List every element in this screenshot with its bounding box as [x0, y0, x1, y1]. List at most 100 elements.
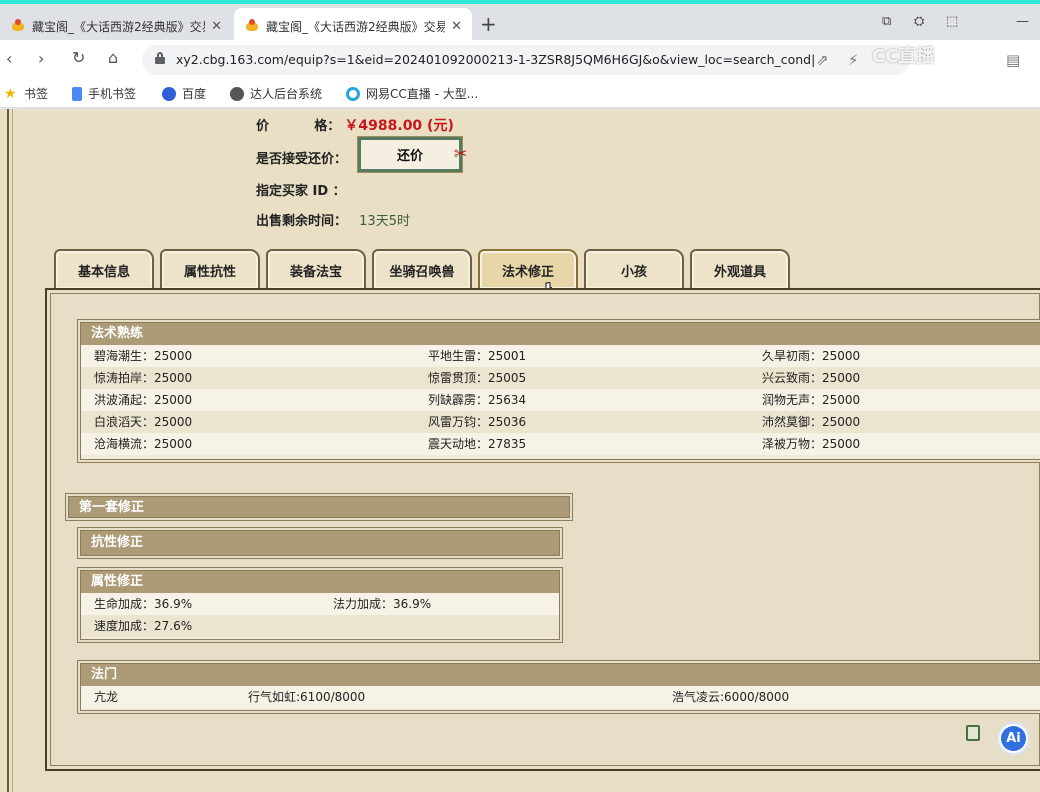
spell-mastery-section: 法术熟练 碧海潮生：25000 平地生雷：25001 久旱初雨：25000 惊涛拍岸：… [80, 322, 1040, 460]
tab-basic-info[interactable]: 基本信息 [54, 249, 154, 289]
school-cell: 行气如虹:6100/8000 [248, 690, 366, 704]
section-title: 属性修正 [81, 571, 559, 593]
school-cell: 亢龙 [94, 690, 119, 704]
bookmarks-bar: ★ 书签 手机书签 百度 达人后台系统 网易CC直播 - 大型... [0, 78, 1040, 108]
buyer-id-row: 指定买家 ID ： [256, 180, 346, 199]
lock-icon[interactable] [155, 52, 165, 64]
section-title: 法门 [81, 664, 1040, 686]
spell-mastery-cell: 惊涛拍岸：25000 [94, 371, 193, 385]
cbg-favicon-icon [10, 18, 26, 34]
table-row: 碧海潮生：25000 平地生雷：25001 久旱初雨：25000 [81, 345, 1040, 367]
tab-title: 藏宝阁_《大话西游2经典版》交易 [32, 19, 206, 34]
extensions-icon[interactable]: ⬚ [946, 14, 958, 29]
cc-live-icon [346, 86, 360, 101]
price-value: ￥4988.00 (元) [344, 118, 454, 134]
bookmark-label: 百度 [182, 87, 207, 101]
table-row: 洪波涌起：25000 列缺霹雳：25634 润物无声：25000 [81, 389, 1040, 411]
profile-icon[interactable]: ⛭ [914, 14, 924, 29]
ai-assistant-button[interactable]: Ai [997, 722, 1030, 755]
accept-counter-row: 是否接受还价： [256, 148, 347, 167]
time-left-label: 出售剩余时间： [256, 214, 348, 229]
school-cell: 浩气凌云:6000/8000 [672, 690, 790, 704]
spell-mastery-cell: 沧海横流：25000 [94, 437, 193, 451]
resist-correction-section: 抗性修正 [80, 530, 560, 556]
table-row: 沧海横流：25000 震天动地：27835 泽被万物：25000 [81, 433, 1040, 455]
bookmark-label: 网易CC直播 - 大型... [366, 87, 479, 101]
watermark-text: CC直播 [872, 46, 935, 67]
spell-mastery-cell: 碧海潮生：25000 [94, 349, 193, 363]
spell-mastery-cell: 震天动地：27835 [428, 437, 527, 451]
spell-mastery-cell: 泽被万物：25000 [762, 437, 861, 451]
spell-mastery-cell: 沛然莫御：25000 [762, 415, 861, 429]
school-section: 法门 亢龙 行气如虹:6100/8000 浩气凌云:6000/8000 [80, 663, 1040, 711]
bookmark-baidu[interactable]: 百度 [162, 85, 206, 102]
time-left-row: 出售剩余时间： 13天5时 [256, 210, 410, 229]
page-border [7, 109, 13, 792]
mobile-bookmark-icon [72, 86, 82, 101]
spell-mastery-cell: 惊雷贯顶：25005 [428, 371, 527, 385]
bookmark-cc-live[interactable]: 网易CC直播 - 大型... [346, 85, 478, 102]
tab-child[interactable]: 小孩 [584, 249, 684, 289]
spell-mastery-cell: 列缺霹雳：25634 [428, 393, 527, 407]
time-left-value: 13天5时 [359, 214, 410, 229]
bookmark-mobile[interactable]: 手机书签 [72, 85, 136, 102]
browser-tab-bar: 藏宝阁_《大话西游2经典版》交易 ✕ 藏宝阁_《大话西游2经典版》交易 ✕ + … [0, 0, 1040, 44]
bookmark-backend[interactable]: 达人后台系统 [230, 85, 322, 102]
browser-tab-2[interactable]: 藏宝阁_《大话西游2经典版》交易 ✕ [234, 8, 472, 44]
attr-cell: 法力加成：36.9% [333, 597, 432, 611]
price-label: 价 格： [256, 119, 341, 134]
back-icon[interactable]: ‹ [6, 49, 12, 68]
bookmark-label: 达人后台系统 [250, 87, 323, 101]
cbg-favicon-icon [244, 18, 260, 34]
price-row: 价 格： ￥4988.00 (元) [256, 115, 454, 135]
tab-search-icon[interactable]: ⧉ [882, 14, 891, 29]
section-title: 抗性修正 [81, 531, 559, 555]
close-icon[interactable]: ✕ [211, 19, 222, 34]
tab-equipment[interactable]: 装备法宝 [266, 249, 366, 289]
bookmark-label: 手机书签 [88, 87, 137, 101]
forward-icon[interactable]: › [38, 49, 44, 68]
calculator-icon[interactable] [966, 725, 980, 741]
table-row: 生命加成：36.9% 法力加成：36.9% [81, 593, 559, 615]
spell-mastery-cell: 风雷万钧：25036 [428, 415, 527, 429]
tab-title: 藏宝阁_《大话西游2经典版》交易 [266, 19, 446, 34]
minimize-icon[interactable]: — [1016, 14, 1029, 29]
share-icon[interactable]: ⇗ [816, 51, 829, 69]
home-icon[interactable]: ⌂ [108, 48, 118, 67]
table-row: 白浪滔天：25000 风雷万钧：25036 沛然莫御：25000 [81, 411, 1040, 433]
section-title: 第一套修正 [69, 497, 569, 517]
bookmark-star[interactable]: ★ 书签 [4, 85, 48, 102]
spell-mastery-cell: 兴云致雨：25000 [762, 371, 861, 385]
bookmark-label: 书签 [24, 87, 49, 101]
counter-offer-button[interactable]: 还价 [357, 136, 463, 173]
menu-icon[interactable]: ▤ [1006, 51, 1020, 69]
lightning-icon[interactable]: ⚡ [848, 51, 859, 69]
spell-mastery-cell: 平地生雷：25001 [428, 349, 527, 363]
close-icon[interactable]: ✕ [451, 19, 462, 34]
ai-icon: Ai [1001, 726, 1026, 751]
attr-correction-section: 属性修正 生命加成：36.9% 法力加成：36.9% 速度加成：27.6% [80, 570, 560, 640]
attr-cell: 速度加成：27.6% [94, 619, 193, 633]
table-row: 惊涛拍岸：25000 惊雷贯顶：25005 兴云致雨：25000 [81, 367, 1040, 389]
tab-attributes[interactable]: 属性抗性 [160, 249, 260, 289]
url-text[interactable]: xy2.cbg.163.com/equip?s=1&eid=2024010920… [176, 52, 816, 67]
new-tab-icon[interactable]: + [480, 12, 497, 36]
browser-tab-1[interactable]: 藏宝阁_《大话西游2经典版》交易 ✕ [0, 8, 232, 44]
table-row: 亢龙 行气如虹:6100/8000 浩气凌云:6000/8000 [81, 686, 1040, 708]
buyer-id-label: 指定买家 ID ： [256, 184, 346, 199]
spell-mastery-cell: 久旱初雨：25000 [762, 349, 861, 363]
tab-appearance[interactable]: 外观道具 [690, 249, 790, 289]
reload-icon[interactable]: ↻ [72, 48, 85, 67]
table-row: 速度加成：27.6% [81, 615, 559, 637]
attr-cell: 生命加成：36.9% [94, 597, 193, 611]
star-icon: ★ [4, 85, 17, 102]
tab-spell-correction[interactable]: 法术修正 [478, 249, 578, 289]
backend-icon [230, 86, 244, 101]
first-set-header: 第一套修正 [68, 496, 570, 518]
spell-mastery-cell: 白浪滔天：25000 [94, 415, 193, 429]
accept-counter-label: 是否接受还价： [256, 152, 348, 167]
baidu-paw-icon [162, 86, 176, 101]
tab-mounts-pets[interactable]: 坐骑召唤兽 [372, 249, 472, 289]
spell-mastery-cell: 洪波涌起：25000 [94, 393, 193, 407]
spell-mastery-cell: 润物无声：25000 [762, 393, 861, 407]
